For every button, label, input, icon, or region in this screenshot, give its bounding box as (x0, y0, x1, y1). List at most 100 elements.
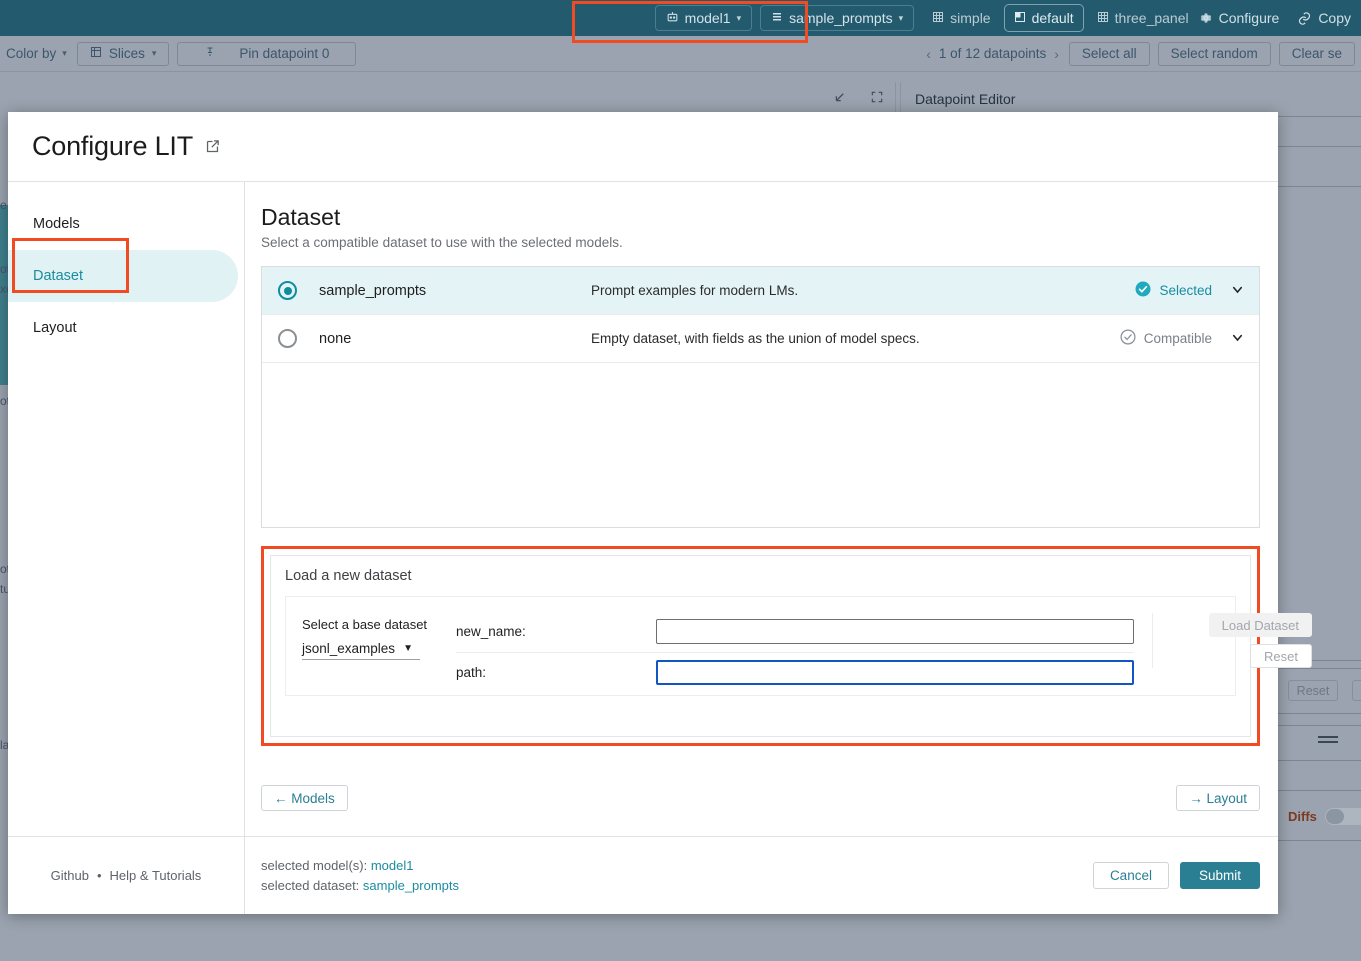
slices-icon (90, 46, 102, 61)
chevron-down-icon: ▾ (152, 48, 157, 59)
section-title: Dataset (261, 204, 1260, 231)
next-datapoint-icon[interactable]: › (1054, 46, 1059, 62)
external-link-icon[interactable] (204, 138, 221, 155)
background-extra-button[interactable] (1352, 680, 1361, 701)
chevron-down-icon: ▾ (62, 48, 67, 59)
load-new-dataset-title: Load a new dataset (285, 568, 1236, 584)
dataset-name: sample_prompts (319, 283, 591, 299)
github-link[interactable]: Github (51, 868, 89, 883)
dataset-list: sample_prompts Prompt examples for moder… (261, 266, 1260, 528)
sidebar-item-layout[interactable]: Layout (8, 302, 244, 354)
grid-icon (932, 10, 944, 26)
field-row-path: path: (456, 652, 1134, 688)
selected-models-label: selected model(s): (261, 858, 367, 873)
panel-drag-handle[interactable] (1318, 736, 1338, 745)
status-badge: Selected (1134, 280, 1212, 301)
selection-summary: selected model(s): model1 selected datas… (261, 856, 459, 896)
modal-sidebar: Models Dataset Layout Github • Help & Tu… (8, 182, 245, 914)
layout-tab-simple[interactable]: simple (922, 4, 1000, 32)
base-dataset-value: jsonl_examples (302, 641, 395, 656)
check-circle-outline-icon (1119, 328, 1137, 349)
chevron-down-icon[interactable] (1230, 282, 1245, 300)
configure-button[interactable]: Configure (1199, 10, 1280, 26)
layout-tab-three-panel[interactable]: three_panel (1087, 4, 1199, 32)
check-circle-filled-icon (1134, 280, 1152, 301)
sidebar-item-dataset[interactable]: Dataset (8, 250, 238, 302)
copy-link-label: Copy (1318, 10, 1351, 26)
dataset-radio-none[interactable] (278, 329, 297, 348)
toolbar-right-actions: Configure Copy (1199, 10, 1351, 26)
cancel-button[interactable]: Cancel (1093, 862, 1169, 889)
path-input[interactable] (656, 660, 1134, 685)
dataset-icon (771, 10, 783, 26)
select-all-button[interactable]: Select all (1069, 42, 1150, 66)
layout-tab-three-panel-label: three_panel (1115, 10, 1189, 26)
chevron-down-icon[interactable] (1230, 330, 1245, 348)
dataset-section: Dataset Select a compatible dataset to u… (245, 182, 1278, 760)
status-badge-label: Selected (1159, 283, 1212, 298)
datapoint-navigator: ‹ 1 of 12 datapoints › (926, 46, 1059, 62)
copy-link-button[interactable]: Copy (1297, 10, 1351, 26)
selected-models-value: model1 (371, 858, 414, 873)
configure-label: Configure (1219, 10, 1280, 26)
fullscreen-icon[interactable] (870, 90, 884, 108)
table-row[interactable]: sample_prompts Prompt examples for moder… (262, 267, 1259, 315)
reset-dataset-button[interactable]: Reset (1250, 644, 1312, 668)
table-row[interactable]: none Empty dataset, with fields as the u… (262, 315, 1259, 363)
minimize-icon[interactable] (832, 90, 847, 109)
load-dataset-actions: Load Dataset Reset (1152, 613, 1312, 668)
dataset-name: none (319, 331, 591, 347)
datapoint-count-label: 1 of 12 datapoints (939, 46, 1046, 61)
new-name-input[interactable] (656, 619, 1134, 644)
color-by-selector[interactable]: Color by ▾ (6, 46, 67, 61)
next-step-button[interactable]: → Layout (1176, 785, 1260, 811)
base-dataset-dropdown[interactable]: jsonl_examples ▼ (302, 641, 420, 660)
dataset-selector-chip[interactable]: sample_prompts ▾ (760, 5, 914, 31)
slices-button[interactable]: Slices ▾ (77, 42, 170, 66)
layout-tabs: simple default three_panel (922, 4, 1198, 32)
selected-dataset-value: sample_prompts (363, 878, 459, 893)
sidebar-item-models[interactable]: Models (8, 198, 244, 250)
footer-separator: • (97, 868, 102, 883)
select-random-button[interactable]: Select random (1158, 42, 1271, 66)
datapoint-editor-title: Datapoint Editor (900, 82, 1015, 116)
model-selector-label: model1 (685, 10, 731, 26)
submit-button[interactable]: Submit (1180, 862, 1260, 889)
diffs-toggle[interactable] (1325, 808, 1361, 825)
sidebar-item-models-label: Models (33, 216, 80, 232)
dataset-radio-sample-prompts[interactable] (278, 281, 297, 300)
configure-lit-modal: Configure LIT Models Dataset Layout Gith… (8, 112, 1278, 914)
clear-selection-button[interactable]: Clear se (1279, 42, 1355, 66)
dataset-selector-label: sample_prompts (789, 10, 893, 26)
robot-icon (666, 10, 679, 26)
section-subtitle: Select a compatible dataset to use with … (261, 235, 1260, 250)
load-dataset-button[interactable]: Load Dataset (1209, 613, 1312, 637)
prev-step-button[interactable]: ← Models (261, 785, 348, 811)
dataset-description: Prompt examples for modern LMs. (591, 283, 1134, 298)
layout-tab-default[interactable]: default (1004, 4, 1084, 32)
load-dataset-fields: new_name: path: (442, 613, 1134, 688)
prev-datapoint-icon[interactable]: ‹ (926, 46, 931, 62)
modal-header: Configure LIT (8, 112, 1278, 182)
diffs-label: Diffs (1288, 809, 1317, 824)
layout-tab-default-label: default (1032, 10, 1074, 26)
model-selector-chip[interactable]: model1 ▾ (655, 5, 752, 31)
background-reset-button[interactable]: Reset (1288, 680, 1338, 701)
chevron-down-icon: ▾ (899, 13, 904, 24)
link-icon (1297, 11, 1312, 26)
pin-icon (204, 46, 216, 61)
chevron-down-icon: ▾ (737, 13, 742, 24)
path-label: path: (456, 665, 656, 680)
pin-datapoint-button[interactable]: Pin datapoint 0 (177, 42, 356, 66)
panel-view-controls (820, 82, 896, 116)
slices-label: Slices (109, 46, 145, 61)
top-toolbar: model1 ▾ sample_prompts ▾ simple default (0, 0, 1361, 36)
field-row-new-name: new_name: (456, 613, 1134, 649)
sidebar-footer: Github • Help & Tutorials (8, 836, 244, 914)
color-by-label: Color by (6, 46, 56, 61)
sidebar-item-layout-label: Layout (33, 320, 77, 336)
layout-icon (1014, 10, 1026, 26)
footer-actions: Cancel Submit (1093, 862, 1260, 889)
selected-dataset-label: selected dataset: (261, 878, 359, 893)
help-tutorials-link[interactable]: Help & Tutorials (110, 868, 202, 883)
